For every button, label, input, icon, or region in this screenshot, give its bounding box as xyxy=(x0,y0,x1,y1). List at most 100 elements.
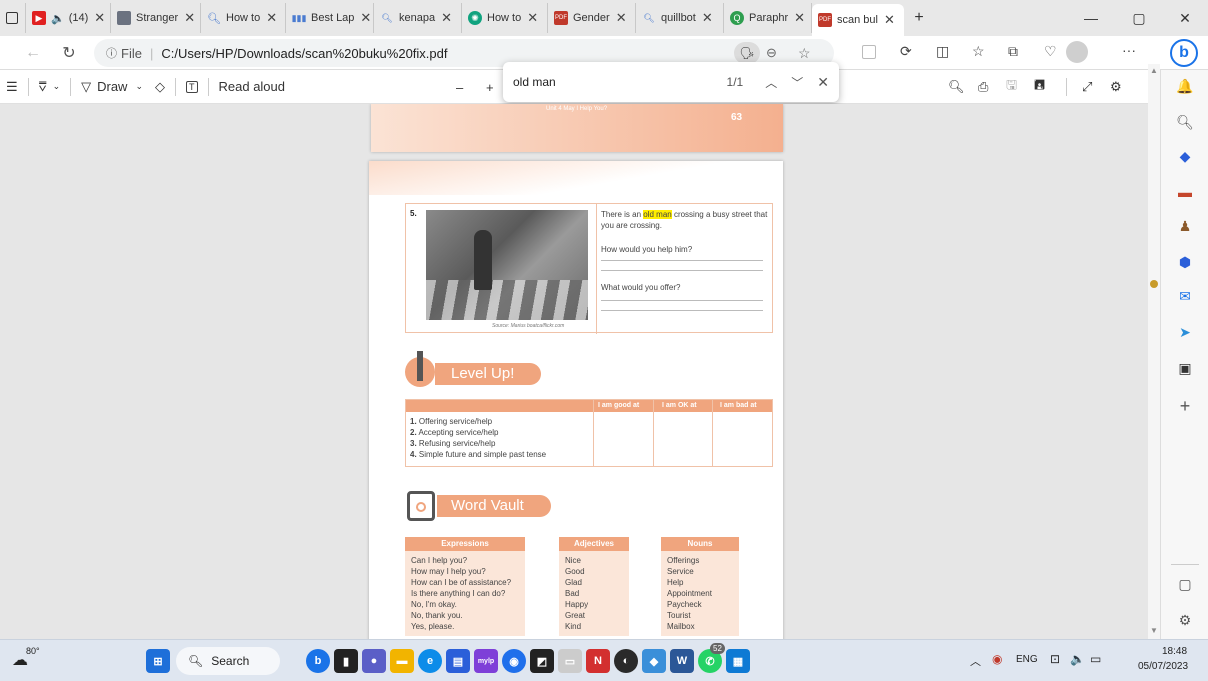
close-tab-icon[interactable]: ✕ xyxy=(616,10,627,26)
draw-button[interactable]: ▽ Draw ⌄ xyxy=(75,73,149,101)
close-tab-icon[interactable]: ✕ xyxy=(184,10,195,26)
highlight-button[interactable]: ⩢ ⌄ xyxy=(33,73,66,101)
file-explorer-icon[interactable]: ▬ xyxy=(390,649,414,673)
bing-icon[interactable]: b xyxy=(306,649,330,673)
clock-time[interactable]: 18:48 xyxy=(1162,646,1187,657)
teams-icon[interactable]: ● xyxy=(362,649,386,673)
network-icon[interactable]: ⊡ xyxy=(1050,652,1060,666)
show-hidden-icons[interactable]: ︿ xyxy=(970,653,981,669)
tab-stranger[interactable]: Stranger ✕ xyxy=(111,3,201,33)
tab-actions-button[interactable] xyxy=(0,3,26,33)
tab-how-to-1[interactable]: 🔍︎ How to ✕ xyxy=(201,3,286,33)
close-tab-icon[interactable]: ✕ xyxy=(441,10,452,26)
favorites-icon[interactable]: ☆ xyxy=(972,43,985,60)
volume-icon[interactable]: 🔈 xyxy=(1070,652,1085,666)
office-icon[interactable]: ⬢ xyxy=(1175,252,1195,272)
collections-icon[interactable]: ⧉ xyxy=(1008,43,1018,60)
adjectives-list: Nice Good Glad Bad Happy Great Kind xyxy=(559,551,629,636)
mylp-icon[interactable]: mylp xyxy=(474,649,498,673)
app-icon[interactable]: ◆ xyxy=(642,649,666,673)
eraser-button[interactable]: ◇ xyxy=(149,73,171,101)
language-indicator[interactable]: ENG xyxy=(1016,654,1038,665)
vertical-scrollbar[interactable]: ▲ ▼ xyxy=(1148,64,1160,639)
profile-avatar[interactable] xyxy=(1066,41,1088,63)
add-sidebar-app-icon[interactable]: + xyxy=(1175,396,1195,416)
media-icon[interactable]: ▣ xyxy=(1175,358,1195,378)
restore-button[interactable]: ▢ xyxy=(1116,0,1162,36)
close-tab-icon[interactable]: ✕ xyxy=(266,10,277,26)
back-button[interactable]: ← xyxy=(18,38,48,68)
start-windows-icon[interactable]: ⊞ xyxy=(146,649,170,673)
scroll-up-icon[interactable]: ▲ xyxy=(1150,66,1158,75)
app-icon[interactable]: ◩ xyxy=(530,649,554,673)
tab-how-to-2[interactable]: ✺ How to ✕ xyxy=(462,3,548,33)
zoom-in-button[interactable]: + xyxy=(480,73,500,101)
scroll-down-icon[interactable]: ▼ xyxy=(1150,626,1158,635)
find-input[interactable]: old man xyxy=(513,75,727,89)
close-tab-icon[interactable]: ✕ xyxy=(94,10,105,26)
app-icon[interactable]: ▭ xyxy=(558,649,582,673)
bing-chat-icon[interactable]: b xyxy=(1170,39,1198,67)
find-count: 1/1 xyxy=(726,75,744,89)
close-tab-icon[interactable]: ✕ xyxy=(360,10,371,26)
edge-icon[interactable]: e xyxy=(418,649,442,673)
taskbar-search[interactable]: 🔍︎ Search xyxy=(176,647,280,675)
calculator-icon[interactable]: ▦ xyxy=(726,649,750,673)
tab-scan-buku[interactable]: PDF scan bul ✕ xyxy=(812,4,904,36)
fullscreen-button[interactable]: ⤢ xyxy=(1076,73,1098,101)
gear-icon[interactable]: ⚙ xyxy=(1175,610,1195,630)
settings-button[interactable]: ⚙ xyxy=(1104,73,1128,101)
pdf-viewer[interactable]: Unit 4 May I Help You? 63 5. Source: Mar… xyxy=(0,104,1160,639)
app-icon[interactable]: ◐ xyxy=(614,649,638,673)
close-tab-icon[interactable]: ✕ xyxy=(884,12,895,28)
find-previous-icon[interactable]: ︿ xyxy=(765,74,777,91)
find-next-icon[interactable]: ﹀ xyxy=(791,74,803,91)
split-screen-icon[interactable]: ◫ xyxy=(936,43,949,60)
save-as-button[interactable]: 🖪 xyxy=(1028,73,1051,101)
contents-button[interactable]: ☰ xyxy=(0,73,24,101)
task-view-icon[interactable]: ▮ xyxy=(334,649,358,673)
notification-bell-icon[interactable]: 🔔 xyxy=(1175,76,1195,96)
close-window-button[interactable]: ✕ xyxy=(1162,0,1208,36)
tray-app-icon[interactable]: ◉ xyxy=(992,652,1002,666)
read-aloud-address-icon[interactable]: 🗣 xyxy=(734,42,760,64)
more-menu-icon[interactable]: ··· xyxy=(1122,42,1136,58)
chrome-icon[interactable]: ◉ xyxy=(502,649,526,673)
tab-quillbot-search[interactable]: 🔍︎ quillbot ✕ xyxy=(636,3,724,33)
close-tab-icon[interactable]: ✕ xyxy=(702,10,713,26)
close-tab-icon[interactable]: ✕ xyxy=(794,10,805,26)
text-button[interactable]: T xyxy=(180,73,204,101)
hide-sidebar-icon[interactable]: ▢ xyxy=(1175,574,1195,594)
tab-best-lap[interactable]: ▮▮▮ Best Lap ✕ xyxy=(286,3,374,33)
close-tab-icon[interactable]: ✕ xyxy=(527,10,538,26)
tag-icon[interactable]: ◆ xyxy=(1175,146,1195,166)
new-tab-button[interactable]: + xyxy=(904,3,934,33)
clock-date[interactable]: 05/07/2023 xyxy=(1138,661,1188,672)
search-button[interactable]: 🔍︎ xyxy=(942,73,971,101)
zoom-icon[interactable]: ⊖ xyxy=(766,45,777,61)
extensions-icon[interactable]: ⟳ xyxy=(900,43,912,60)
tab-youtube[interactable]: ▶ 🔈 (14) ✕ xyxy=(26,3,111,33)
save-button[interactable]: 🖫 xyxy=(1000,73,1023,101)
tab-paraphrase[interactable]: Q Paraphr ✕ xyxy=(724,3,812,33)
tab-kenapa[interactable]: 🔍︎ kenapa ✕ xyxy=(374,3,462,33)
read-aloud-button[interactable]: Read aloud xyxy=(213,73,292,101)
tab-gender[interactable]: PDF Gender ✕ xyxy=(548,3,636,33)
send-icon[interactable]: ➤ xyxy=(1175,322,1195,342)
close-find-icon[interactable]: ✕ xyxy=(817,74,829,91)
word-icon[interactable]: W xyxy=(670,649,694,673)
battery-icon[interactable]: ▭ xyxy=(1090,652,1101,666)
minimize-button[interactable]: — xyxy=(1068,0,1114,36)
print-button[interactable]: ⎙ xyxy=(972,73,994,101)
search-icon[interactable]: 🔍︎ xyxy=(1175,112,1195,132)
performance-icon[interactable]: ♡ xyxy=(1044,43,1057,60)
games-icon[interactable]: ♟ xyxy=(1175,216,1195,236)
outlook-icon[interactable]: ✉ xyxy=(1175,286,1195,306)
extension-icon[interactable] xyxy=(862,45,876,59)
zoom-out-button[interactable]: – xyxy=(450,73,469,101)
store-icon[interactable]: ▤ xyxy=(446,649,470,673)
favorite-star-icon[interactable]: ☆ xyxy=(798,45,811,62)
briefcase-icon[interactable]: ▬ xyxy=(1175,182,1195,202)
netflix-icon[interactable]: N xyxy=(586,649,610,673)
refresh-button[interactable]: ↻ xyxy=(54,38,84,68)
